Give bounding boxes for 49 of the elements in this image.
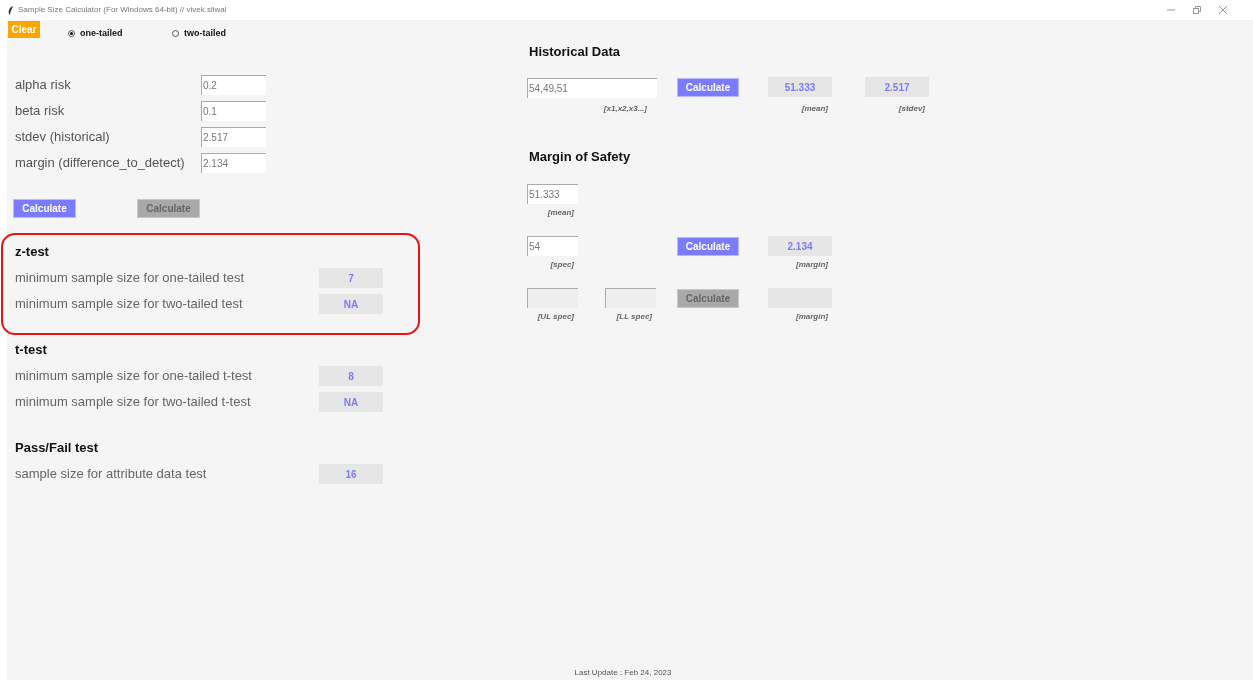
result-value: 8 bbox=[319, 366, 383, 386]
field-caption: [UL spec] bbox=[537, 312, 574, 322]
result-label: sample size for attribute data test bbox=[15, 465, 208, 484]
result-value: 2.517 bbox=[865, 77, 929, 97]
field-label: alpha risk bbox=[15, 76, 72, 95]
window-title: Sample Size Calculator (For Windows 64-bit) // vivek.silwal bbox=[18, 4, 227, 16]
restore-icon[interactable] bbox=[1193, 6, 1201, 14]
field-caption: [margin] bbox=[796, 260, 828, 270]
result-value: NA bbox=[319, 392, 383, 412]
field-label: margin (difference_to_detect) bbox=[15, 154, 186, 173]
field-caption: [x1,x2,x3...] bbox=[603, 104, 647, 114]
input-field[interactable]: 0.1 bbox=[201, 101, 266, 121]
field-caption: [mean] bbox=[547, 208, 574, 218]
field-caption: [LL spec] bbox=[616, 312, 652, 322]
field-label: stdev (historical) bbox=[15, 128, 111, 147]
result-label: minimum sample size for one-tailed test bbox=[15, 269, 246, 288]
feather-icon bbox=[8, 5, 14, 15]
field-caption: [spec] bbox=[550, 260, 574, 270]
result-label: minimum sample size for one-tailed t-test bbox=[15, 367, 253, 386]
input-field[interactable]: 2.517 bbox=[201, 127, 266, 147]
radio-option[interactable]: two-tailed bbox=[172, 27, 226, 41]
field-label: beta risk bbox=[15, 102, 66, 121]
result-value: 2.134 bbox=[768, 236, 832, 256]
result-value: 16 bbox=[319, 464, 383, 484]
section-heading: t-test bbox=[15, 341, 48, 359]
calculate-button[interactable]: Calculate bbox=[677, 77, 739, 97]
field-caption: [mean] bbox=[801, 104, 828, 114]
minimize-icon[interactable] bbox=[1167, 6, 1175, 14]
section-heading: Pass/Fail test bbox=[15, 439, 100, 457]
calculate-button[interactable]: Calculate bbox=[677, 236, 739, 256]
result-label: minimum sample size for two-tailed t-test bbox=[15, 393, 252, 412]
footer-text: Last Update : Feb 24, 2023 bbox=[574, 667, 672, 679]
section-heading: Margin of Safety bbox=[529, 148, 632, 166]
field-caption: [stdev] bbox=[898, 104, 925, 114]
radio-option[interactable]: one-tailed bbox=[68, 27, 172, 41]
result-label: minimum sample size for two-tailed test bbox=[15, 295, 244, 314]
calculate-button[interactable]: Calculate bbox=[13, 199, 76, 218]
input-field[interactable]: 51.333 bbox=[527, 184, 578, 204]
result-value: NA bbox=[319, 294, 383, 314]
input-field[interactable]: 54,49,51 bbox=[527, 78, 657, 98]
section-heading: Historical Data bbox=[529, 43, 622, 61]
section-heading: z-test bbox=[15, 243, 50, 261]
close-icon[interactable] bbox=[1219, 6, 1227, 14]
input-field[interactable]: 0.2 bbox=[201, 75, 266, 95]
input-field[interactable]: 2.134 bbox=[201, 153, 266, 173]
result-value: 7 bbox=[319, 268, 383, 288]
result-value: 51.333 bbox=[768, 77, 832, 97]
input-field[interactable]: 54 bbox=[527, 236, 578, 256]
field-caption: [margin] bbox=[796, 312, 828, 322]
